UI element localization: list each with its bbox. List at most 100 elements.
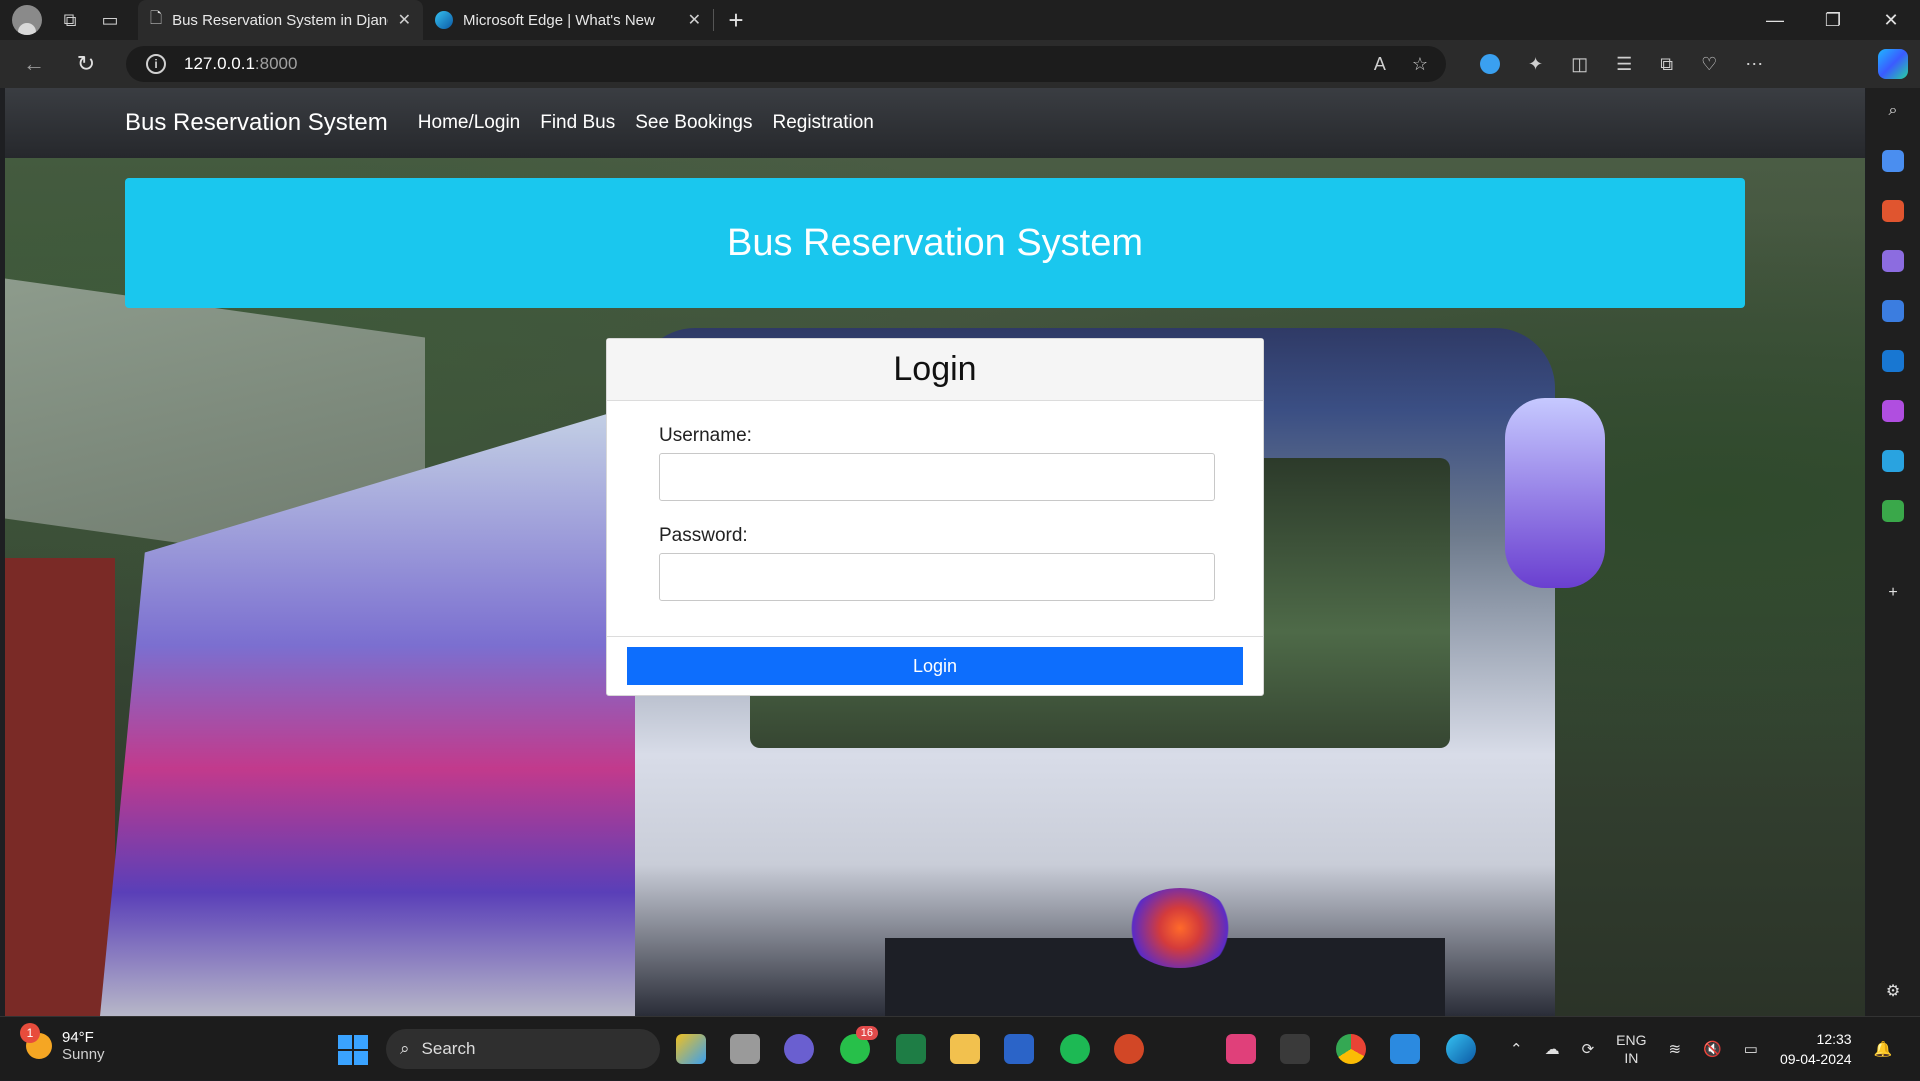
- terminal-icon[interactable]: [1280, 1034, 1310, 1064]
- weather-widget[interactable]: 1 94°F Sunny: [20, 1023, 105, 1063]
- system-tray: ⌃ ☁ ⟳ ENG IN ≋ 🔇 ▭ 12:33 09-04-2024 🔔: [1510, 1017, 1892, 1081]
- url-text[interactable]: 127.0.0.1:8000: [184, 54, 297, 74]
- username-label: Username:: [659, 425, 752, 446]
- teams-chat-icon[interactable]: [784, 1034, 814, 1064]
- taskbar-search[interactable]: ⌕ Search: [386, 1029, 660, 1069]
- nav-find-bus[interactable]: Find Bus: [540, 112, 615, 134]
- search-icon: ⌕: [400, 1039, 410, 1058]
- search-label: Search: [421, 1039, 476, 1058]
- copilot-icon[interactable]: [1878, 49, 1908, 79]
- password-input[interactable]: [659, 553, 1215, 601]
- powerpoint-icon[interactable]: [1114, 1034, 1144, 1064]
- login-card-header: Login: [607, 339, 1263, 401]
- address-toolbar: ← ↻ i 127.0.0.1:8000 A ☆ ✦ ◫ ☰ ⧉ ♡ ⋯: [0, 40, 1920, 88]
- copilot-app-icon[interactable]: [1882, 300, 1904, 322]
- spotify-icon[interactable]: [1060, 1034, 1090, 1064]
- wifi-icon[interactable]: ≋: [1669, 1040, 1682, 1058]
- onedrive-cloud-icon[interactable]: ☁: [1545, 1040, 1560, 1058]
- tools-briefcase-icon[interactable]: [1882, 200, 1904, 222]
- clipchamp-icon[interactable]: [1226, 1034, 1256, 1064]
- restore-icon[interactable]: ❐: [1804, 10, 1862, 31]
- tab-title: Microsoft Edge | What's New: [463, 11, 655, 29]
- add-sidebar-app-icon[interactable]: +: [1882, 582, 1904, 604]
- collections-icon[interactable]: ⧉: [1660, 54, 1673, 75]
- vscode-icon[interactable]: [1390, 1034, 1420, 1064]
- windows-taskbar: 1 94°F Sunny ⌕ Search 16 ⌃ ☁ ⟳ ENG IN ≋ …: [0, 1016, 1920, 1080]
- sidebar-settings-icon[interactable]: ⚙: [1882, 980, 1904, 1002]
- tab-edge-whats-new[interactable]: Microsoft Edge | What's New ✕: [423, 0, 713, 40]
- back-icon[interactable]: ←: [8, 51, 60, 77]
- split-screen-icon[interactable]: ◫: [1571, 54, 1588, 75]
- window-controls: — ❐ ✕: [1746, 10, 1920, 31]
- clock[interactable]: 12:33 09-04-2024: [1780, 1029, 1852, 1069]
- site-navbar: Bus Reservation System Home/Login Find B…: [5, 88, 1865, 158]
- battery-icon[interactable]: ▭: [1744, 1040, 1758, 1058]
- region-code: IN: [1624, 1050, 1639, 1066]
- word-icon[interactable]: [1004, 1034, 1034, 1064]
- designer-icon[interactable]: [1882, 400, 1904, 422]
- browser-essentials-icon[interactable]: ♡: [1701, 54, 1717, 75]
- workspaces-icon[interactable]: ⧉: [50, 0, 90, 40]
- password-label: Password:: [659, 525, 748, 546]
- whatsapp-badge: 16: [855, 1026, 878, 1040]
- notifications-bell-icon[interactable]: 🔔: [1874, 1040, 1893, 1058]
- clock-date: 09-04-2024: [1779, 1051, 1852, 1067]
- file-explorer-icon[interactable]: [950, 1034, 980, 1064]
- sunny-weather-icon: 1: [20, 1023, 52, 1059]
- task-view-icon[interactable]: [730, 1034, 760, 1064]
- nav-see-bookings[interactable]: See Bookings: [635, 112, 752, 134]
- address-bar[interactable]: i 127.0.0.1:8000 A ☆: [126, 46, 1446, 82]
- favorite-star-icon[interactable]: ☆: [1412, 54, 1428, 75]
- site-info-icon[interactable]: i: [146, 54, 166, 74]
- nav-home-login[interactable]: Home/Login: [418, 112, 520, 134]
- hero-banner: Bus Reservation System: [125, 178, 1745, 308]
- read-aloud-icon[interactable]: A: [1374, 54, 1386, 75]
- profile-avatar[interactable]: [12, 5, 42, 35]
- language-code: ENG: [1616, 1032, 1647, 1048]
- weather-description: Sunny: [62, 1046, 105, 1063]
- navbar-brand[interactable]: Bus Reservation System: [125, 109, 388, 137]
- games-icon[interactable]: [1882, 250, 1904, 272]
- close-tab-icon[interactable]: ✕: [688, 10, 701, 30]
- login-title: Login: [893, 350, 977, 388]
- nav-registration[interactable]: Registration: [772, 112, 873, 134]
- whatsapp-icon[interactable]: 16: [840, 1026, 878, 1064]
- new-tab-button[interactable]: +: [714, 5, 758, 36]
- login-button[interactable]: Login: [627, 647, 1243, 685]
- telegram-icon[interactable]: [1882, 450, 1904, 472]
- search-icon[interactable]: ⌕: [1882, 100, 1904, 122]
- username-input[interactable]: [659, 453, 1215, 501]
- extension-blue-icon[interactable]: [1480, 54, 1500, 74]
- tab-title: Bus Reservation System in Djang: [172, 11, 388, 29]
- edge-sidebar: ⌕ + ⚙: [1866, 88, 1920, 1016]
- tree-app-icon[interactable]: [1882, 500, 1904, 522]
- edge-taskbar-icon[interactable]: [1446, 1034, 1476, 1064]
- favorites-icon[interactable]: ☰: [1616, 54, 1632, 75]
- excel-icon[interactable]: [896, 1034, 926, 1064]
- close-window-icon[interactable]: ✕: [1862, 10, 1920, 31]
- shopping-tag-icon[interactable]: [1882, 150, 1904, 172]
- clock-time: 12:33: [1816, 1031, 1852, 1047]
- more-options-icon[interactable]: ⋯: [1745, 54, 1763, 75]
- close-tab-icon[interactable]: ✕: [398, 10, 411, 30]
- browser-tab-strip: ⧉ ▭ 🗋 Bus Reservation System in Djang ✕ …: [0, 0, 1920, 40]
- sync-icon[interactable]: ⟳: [1582, 1040, 1595, 1058]
- copilot-preview-icon[interactable]: [676, 1034, 706, 1064]
- edge-icon: [435, 11, 453, 29]
- vertical-tabs-icon[interactable]: ▭: [90, 0, 130, 40]
- show-hidden-icons-icon[interactable]: ⌃: [1510, 1040, 1523, 1058]
- page-viewport: Bus Reservation System Home/Login Find B…: [5, 88, 1865, 1016]
- tab-bus-reservation[interactable]: 🗋 Bus Reservation System in Djang ✕: [138, 0, 423, 40]
- refresh-icon[interactable]: ↻: [60, 51, 112, 77]
- language-indicator[interactable]: ENG IN: [1616, 1031, 1646, 1067]
- login-card: Login Username: Password: Login: [606, 338, 1264, 696]
- page-icon: 🗋: [150, 9, 163, 27]
- nav-links: Home/Login Find Bus See Bookings Registr…: [418, 112, 874, 134]
- windows-start-icon[interactable]: [338, 1035, 368, 1065]
- outlook-icon[interactable]: [1882, 350, 1904, 372]
- volume-muted-icon[interactable]: 🔇: [1703, 1040, 1722, 1058]
- minimize-icon[interactable]: —: [1746, 10, 1804, 31]
- extensions-icon[interactable]: ✦: [1528, 54, 1543, 75]
- address-bar-actions: A ☆: [1374, 54, 1428, 75]
- chrome-icon[interactable]: [1336, 1034, 1366, 1064]
